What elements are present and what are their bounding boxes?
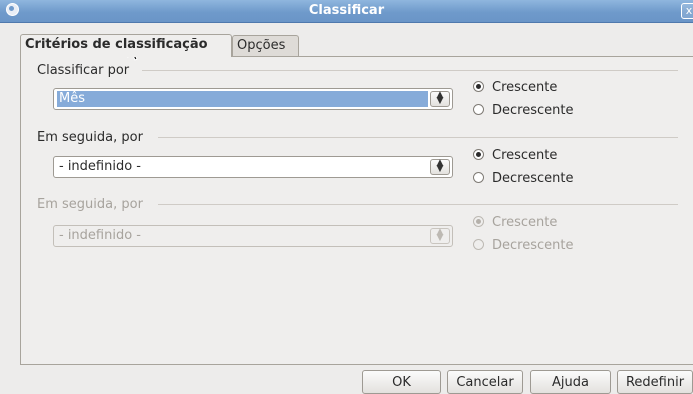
reset-button[interactable]: Redefinir xyxy=(617,370,693,394)
radio-checked-icon xyxy=(473,216,484,227)
sort-key-3-combo: - indefinido - ▲ ▼ xyxy=(53,225,453,247)
updown-arrows-icon[interactable]: ▲ ▼ xyxy=(430,91,450,107)
radio-unchecked-icon xyxy=(473,172,484,183)
sort-key-2-label: Em seguida, por xyxy=(37,130,143,145)
sort-key-2-value: - indefinido - xyxy=(59,159,141,174)
sort-key-2-combo[interactable]: - indefinido - ▲ ▼ xyxy=(53,156,453,178)
radio-label: Decrescente xyxy=(492,171,574,186)
sort-key-3-descending-radio: Decrescente xyxy=(473,238,573,256)
ok-button[interactable]: OK xyxy=(362,370,441,394)
sort-key-2-descending-radio[interactable]: Decrescente xyxy=(473,171,573,189)
radio-unchecked-icon xyxy=(473,104,484,115)
updown-arrows-icon[interactable]: ▲ ▼ xyxy=(430,159,450,175)
radio-label: Crescente xyxy=(492,148,558,163)
radio-unchecked-icon xyxy=(473,239,484,250)
updown-arrows-icon: ▲ ▼ xyxy=(430,228,450,244)
sort-key-1-ascending-radio[interactable]: Crescente xyxy=(473,80,557,98)
sort-key-1-descending-radio[interactable]: Decrescente xyxy=(473,103,573,121)
sort-key-1-label: Classificar por xyxy=(37,63,130,78)
selection-highlight xyxy=(57,91,428,107)
tab-sort-criteria[interactable]: Critérios de classificação xyxy=(20,34,232,57)
radio-label: Crescente xyxy=(492,80,558,95)
radio-label: Crescente xyxy=(492,215,558,230)
separator xyxy=(158,137,678,138)
sort-key-2-ascending-radio[interactable]: Crescente xyxy=(473,148,557,166)
tab-options[interactable]: Opções xyxy=(232,35,299,56)
help-button[interactable]: Ajuda xyxy=(530,370,611,394)
sort-key-3-ascending-radio: Crescente xyxy=(473,215,557,233)
cancel-button[interactable]: Cancelar xyxy=(447,370,523,394)
sort-key-3-label: Em seguida, por xyxy=(37,197,143,212)
sort-key-1-value: Mês xyxy=(59,91,85,106)
window-title: Classificar xyxy=(308,3,385,18)
title-bar: Classificar x xyxy=(0,0,693,23)
radio-checked-icon xyxy=(473,149,484,160)
sort-key-1-combo[interactable]: Mês ▲ ▼ xyxy=(53,88,453,110)
sort-key-3-value: - indefinido - xyxy=(59,228,141,243)
radio-label: Decrescente xyxy=(492,238,574,253)
close-icon[interactable]: x xyxy=(681,3,693,19)
radio-label: Decrescente xyxy=(492,103,574,118)
separator xyxy=(142,70,678,71)
separator xyxy=(158,204,678,205)
radio-checked-icon xyxy=(473,81,484,92)
